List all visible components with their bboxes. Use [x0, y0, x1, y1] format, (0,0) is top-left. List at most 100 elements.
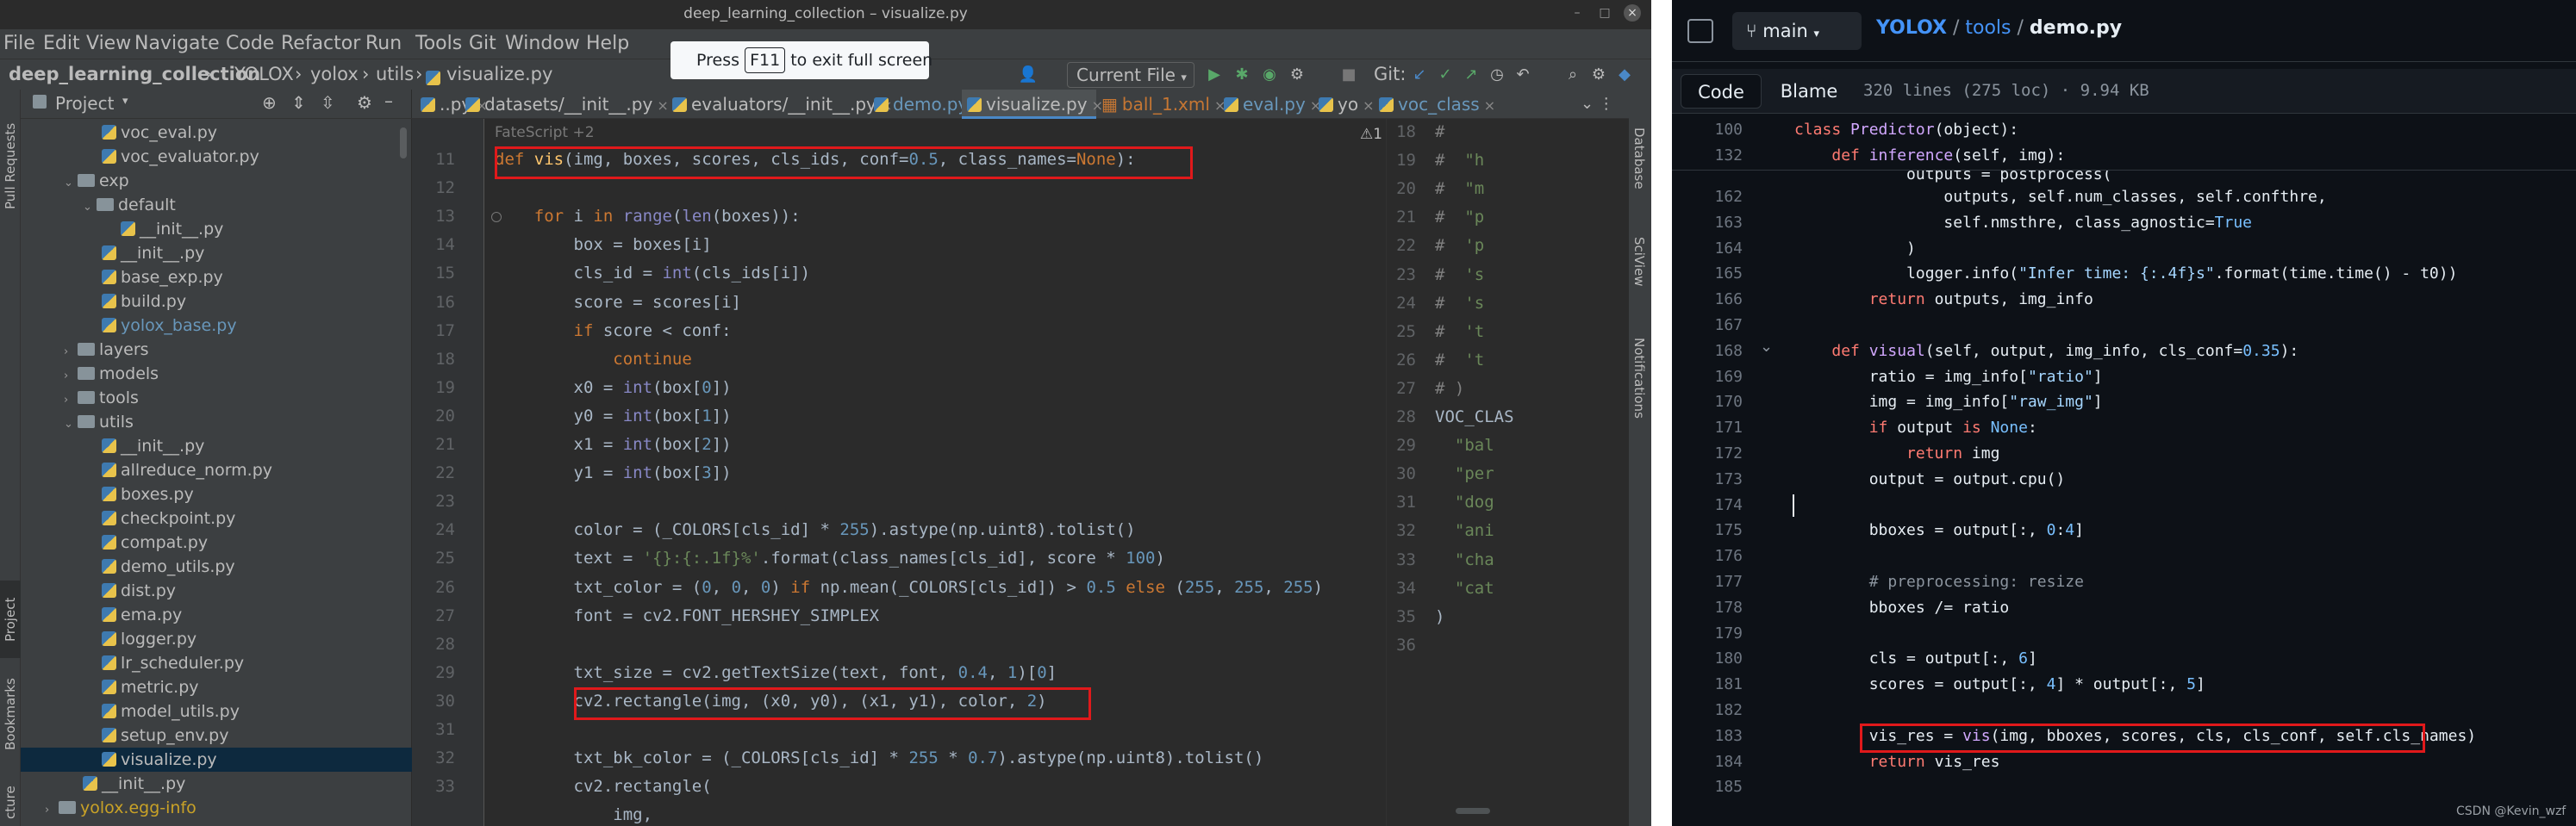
tree-item[interactable]: __init__.py	[21, 241, 412, 265]
editor-tab[interactable]: visualize.py ×	[962, 90, 1103, 119]
maximize-button[interactable]: □	[1596, 4, 1613, 22]
menu-git[interactable]: Git	[469, 33, 496, 54]
more-run-icon[interactable]: ⚙	[1286, 64, 1308, 86]
sciview-tab[interactable]: SciView	[1629, 219, 1650, 305]
chevron-right-icon[interactable]: ›	[64, 388, 78, 413]
tree-item[interactable]: boxes.py	[21, 482, 412, 506]
tree-item[interactable]: checkpoint.py	[21, 506, 412, 531]
tree-item[interactable]: setup_env.py	[21, 724, 412, 748]
menu-edit[interactable]: Edit	[43, 33, 80, 54]
close-icon[interactable]: ×	[1358, 97, 1374, 114]
chevron-down-icon[interactable]: ⌄	[64, 413, 78, 437]
git-push-icon[interactable]: ↗	[1460, 64, 1482, 86]
menu-navigate[interactable]: Navigate	[134, 33, 220, 54]
branch-selector[interactable]: ⑂ main ▾	[1732, 12, 1862, 50]
path-folder-link[interactable]: tools	[1965, 17, 2011, 39]
close-icon[interactable]: ×	[1480, 97, 1495, 114]
editor-tab[interactable]: yo ×	[1313, 90, 1375, 119]
chevron-down-icon[interactable]: ⌄	[64, 171, 78, 196]
breadcrumb-utils[interactable]: utils	[376, 64, 414, 84]
menu-window[interactable]: Window	[505, 33, 580, 54]
tree-item[interactable]: allreduce_norm.py	[21, 458, 412, 482]
expand-all-icon[interactable]: ⇕	[291, 92, 306, 113]
tree-item[interactable]: › models	[21, 362, 412, 386]
github-code-area[interactable]: outputs = postprocess(162 outputs, self.…	[1672, 115, 2576, 826]
tree-item[interactable]: __init__.py	[21, 434, 412, 458]
editor-tab[interactable]: evaluators/__init__.py ×	[667, 90, 892, 119]
menu-view[interactable]: View	[86, 33, 131, 54]
tree-item[interactable]: voc_eval.py	[21, 121, 412, 145]
project-tool-tab[interactable]: Project	[0, 581, 21, 658]
project-title[interactable]: Project	[55, 93, 114, 114]
breadcrumb-file[interactable]: visualize.py	[446, 64, 552, 84]
debug-icon[interactable]: ✱	[1231, 64, 1253, 86]
tree-item[interactable]: lr_scheduler.py	[21, 651, 412, 675]
chevron-down-icon[interactable]: ▾	[122, 95, 128, 108]
user-icon[interactable]: 👤	[1017, 64, 1039, 86]
code-editor[interactable]: 11 12 13 14 15 16 17 18 19 20 21 22 23 24 25 26 27 28 29 30…	[412, 119, 1517, 826]
tree-item[interactable]: build.py	[21, 289, 412, 314]
tree-item[interactable]: __init__.py	[21, 772, 412, 796]
structure-tab[interactable]: cture	[0, 779, 21, 826]
settings-icon[interactable]: ⚙	[1587, 64, 1610, 86]
tree-item[interactable]: › layers	[21, 338, 412, 362]
tree-item[interactable]: metric.py	[21, 675, 412, 699]
search-icon[interactable]: ⌕	[1562, 64, 1584, 86]
rollback-icon[interactable]: ↶	[1512, 64, 1534, 86]
tree-item[interactable]: ⌄ utils	[21, 410, 412, 434]
jetbrains-icon[interactable]: ◆	[1613, 64, 1636, 86]
tree-item[interactable]: dist.py	[21, 579, 412, 603]
git-update-icon[interactable]: ↙	[1408, 64, 1431, 86]
split-editor-pane[interactable]: 18 19 20 21 22 23 24 25 26 27 28 29 30 31 32 33 34 35 36 # #…	[1386, 119, 1517, 826]
tree-item[interactable]: ⌄ default	[21, 193, 412, 217]
tree-item[interactable]: voc_evaluator.py	[21, 145, 412, 169]
editor-tab[interactable]: demo.py ×	[869, 90, 984, 119]
editor-tab[interactable]: voc_class ×	[1374, 90, 1546, 119]
split-scrollbar[interactable]	[1456, 808, 1490, 814]
menu-refactor[interactable]: Refactor	[281, 33, 360, 54]
tree-item[interactable]: yolox_base.py	[21, 314, 412, 338]
tree-item[interactable]: model_utils.py	[21, 699, 412, 724]
chevron-right-icon[interactable]: ›	[45, 798, 59, 823]
tree-item[interactable]: › tools	[21, 386, 412, 410]
history-icon[interactable]: ◷	[1486, 64, 1508, 86]
sidebar-toggle-icon[interactable]	[1687, 19, 1713, 43]
tree-item[interactable]: ema.py	[21, 603, 412, 627]
menu-file[interactable]: File	[3, 33, 35, 54]
chevron-right-icon[interactable]: ›	[64, 340, 78, 364]
editor-tab[interactable]: eval.py ×	[1219, 90, 1321, 119]
close-button[interactable]: ×	[1624, 4, 1641, 22]
minimize-button[interactable]: –	[1569, 4, 1586, 22]
hide-icon[interactable]: –	[384, 90, 393, 111]
tree-item[interactable]: logger.py	[21, 627, 412, 651]
editor-tab[interactable]: datasets/__init__.py ×	[460, 90, 669, 119]
tree-item[interactable]: demo_utils.py	[21, 555, 412, 579]
pull-requests-tab[interactable]: Pull Requests	[0, 102, 21, 231]
bookmarks-tab[interactable]: Bookmarks	[0, 667, 21, 761]
breadcrumb-project[interactable]: deep_learning_collection	[9, 64, 260, 84]
path-repo-link[interactable]: YOLOX	[1876, 17, 1947, 39]
menu-code[interactable]: Code	[226, 33, 274, 54]
editor-tab[interactable]: ..py ×	[415, 90, 488, 119]
chevron-down-icon[interactable]: ⌄	[83, 196, 97, 220]
tree-scrollbar[interactable]	[400, 127, 407, 158]
menu-run[interactable]: Run	[365, 33, 402, 54]
run-icon[interactable]: ▶	[1203, 64, 1226, 86]
tree-item[interactable]: compat.py	[21, 531, 412, 555]
blame-tab-button[interactable]: Blame	[1768, 74, 1849, 109]
tree-item[interactable]: base_exp.py	[21, 265, 412, 289]
chevron-right-icon[interactable]: ›	[64, 364, 78, 388]
stop-icon[interactable]: ■	[1338, 64, 1360, 86]
tree-item[interactable]: visualize.py	[21, 748, 412, 772]
tree-item[interactable]: › yolox.egg-info	[21, 796, 412, 820]
database-tab[interactable]: Database	[1629, 107, 1650, 210]
breadcrumb-yolox-root[interactable]: YOLOX	[234, 64, 294, 84]
menu-help[interactable]: Help	[586, 33, 629, 54]
tab-overflow-icon[interactable]: ⌄ ⋮	[1581, 90, 1614, 119]
coverage-icon[interactable]: ◉	[1258, 64, 1281, 86]
menu-tools[interactable]: Tools	[415, 33, 462, 54]
tree-item[interactable]: __init__.py	[21, 217, 412, 241]
tree-item[interactable]: ⌄ exp	[21, 169, 412, 193]
locate-icon[interactable]: ⊕	[262, 92, 277, 113]
gear-icon[interactable]: ⚙	[357, 92, 372, 113]
